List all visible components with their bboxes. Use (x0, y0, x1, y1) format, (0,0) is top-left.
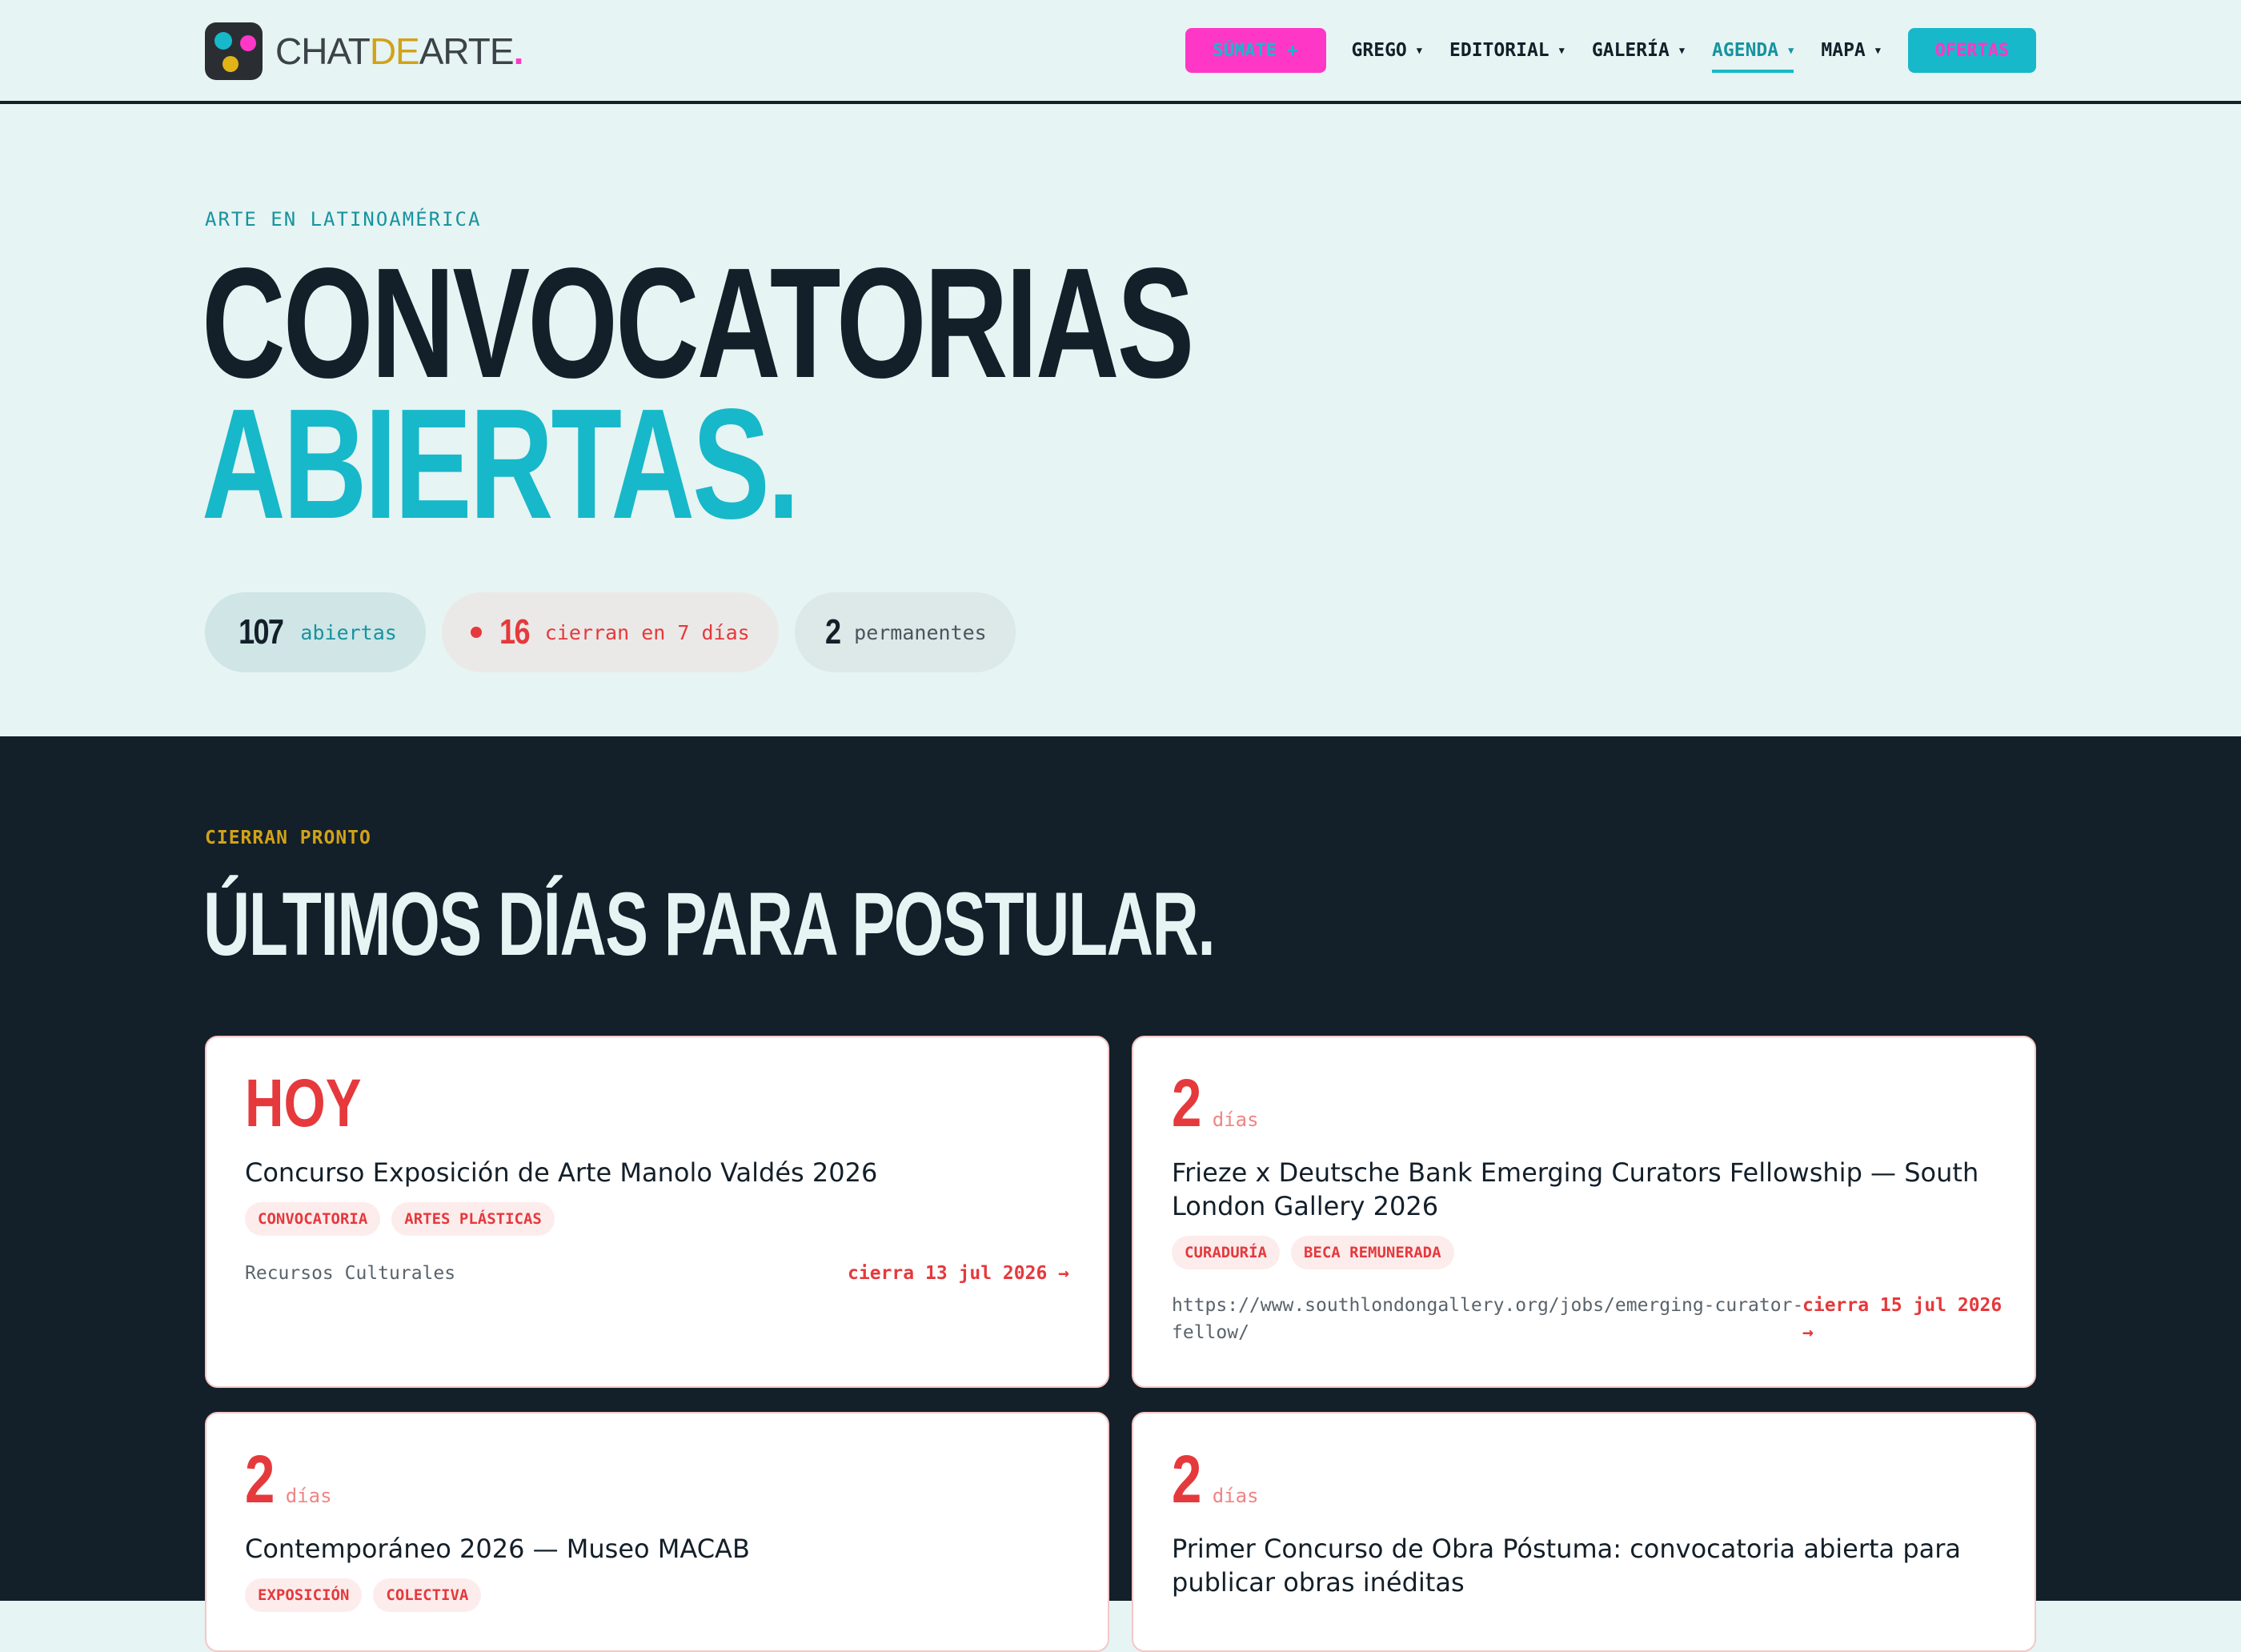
tag-list: CURADURÍA BECA REMUNERADA (1172, 1236, 1465, 1269)
card-deadline-link[interactable]: cierra 13 jul 2026 → (848, 1260, 1069, 1287)
logo-wordmark: CHATDEARTE. (275, 30, 523, 72)
tag[interactable]: CONVOCATORIA (245, 1202, 381, 1236)
tag[interactable]: CURADURÍA (1172, 1236, 1280, 1269)
call-card[interactable]: 2 días Primer Concurso de Obra Póstuma: … (1132, 1412, 2036, 1652)
nav-item-grego[interactable]: GREGO ▼ (1352, 28, 1422, 73)
countdown: 2 días (1172, 1441, 1259, 1517)
caret-down-icon: ▼ (1874, 45, 1881, 56)
alert-dot-icon (470, 627, 482, 638)
card-deadline-link[interactable]: cierra 15 jul 2026 → (1802, 1292, 2010, 1346)
tag[interactable]: ARTES PLÁSTICAS (391, 1202, 555, 1236)
caret-down-icon: ▼ (1416, 45, 1423, 56)
tag[interactable]: COLECTIVA (373, 1578, 482, 1612)
main-nav: SÚMATE + GREGO ▼ EDITORIAL ▼ GALERÍA ▼ AGEN… (1185, 27, 2036, 74)
tag[interactable]: EXPOSICIÓN (245, 1578, 363, 1612)
countdown: 2 días (245, 1441, 332, 1517)
card-title[interactable]: Frieze x Deutsche Bank Emerging Curators… (1172, 1156, 1996, 1223)
ofertas-button[interactable]: OFERTAS (1908, 28, 2036, 73)
call-card[interactable]: 2 días Contemporáneo 2026 — Museo MACAB … (205, 1412, 1109, 1652)
nav-item-agenda[interactable]: AGENDA ▼ (1712, 28, 1794, 73)
hero-eyebrow: ARTE EN LATINOAMÉRICA (205, 208, 482, 231)
countdown: HOY (245, 1065, 362, 1141)
nav-item-galeria[interactable]: GALERÍA ▼ (1592, 28, 1685, 73)
call-card[interactable]: 2 días Frieze x Deutsche Bank Emerging C… (1132, 1036, 2036, 1388)
caret-down-icon: ▼ (1788, 45, 1794, 56)
tag[interactable]: BECA REMUNERADA (1290, 1236, 1454, 1269)
logo-mark-icon (205, 22, 263, 80)
card-source: Recursos Culturales (245, 1263, 456, 1284)
site-header: CHATDEARTE. SÚMATE + GREGO ▼ EDITORIAL ▼ G… (0, 0, 2241, 104)
caret-down-icon: ▼ (1558, 45, 1565, 56)
stat-open[interactable]: 107 abiertas (205, 592, 426, 672)
stat-permanent[interactable]: 2 permanentes (794, 592, 1016, 672)
hero-title-line1: CONVOCATORIAS (202, 235, 1194, 411)
stat-closing-soon[interactable]: 16 cierran en 7 días (441, 592, 779, 672)
site-logo[interactable]: CHATDEARTE. (205, 22, 523, 80)
tag-list: EXPOSICIÓN COLECTIVA (245, 1578, 492, 1612)
card-source: https://www.southlondongallery.org/jobs/… (1172, 1295, 1804, 1343)
nav-item-editorial[interactable]: EDITORIAL ▼ (1449, 28, 1565, 73)
tag-list: CONVOCATORIA ARTES PLÁSTICAS (245, 1202, 566, 1236)
section-title: ÚLTIMOS DÍAS PARA POSTULAR. (203, 874, 1216, 974)
nav-item-mapa[interactable]: MAPA ▼ (1821, 28, 1881, 73)
card-title[interactable]: Contemporáneo 2026 — Museo MACAB (245, 1532, 1069, 1566)
card-title[interactable]: Concurso Exposición de Arte Manolo Valdé… (245, 1156, 1069, 1189)
call-card[interactable]: HOY Concurso Exposición de Arte Manolo V… (205, 1036, 1109, 1388)
hero-section: ARTE EN LATINOAMÉRICA CONVOCATORIAS ABIE… (0, 107, 2241, 736)
card-title[interactable]: Primer Concurso de Obra Póstuma: convoca… (1172, 1532, 1996, 1599)
closing-soon-section: CIERRAN PRONTO ÚLTIMOS DÍAS PARA POSTULA… (0, 736, 2241, 1652)
stats-pills: 107 abiertas 16 cierran en 7 días 2 perm… (205, 592, 1032, 672)
section-eyebrow: CIERRAN PRONTO (205, 828, 371, 848)
hero-title-line2: ABIERTAS. (202, 376, 800, 551)
countdown: 2 días (1172, 1065, 1259, 1141)
sumate-button[interactable]: SÚMATE + (1185, 28, 1326, 73)
caret-down-icon: ▼ (1678, 45, 1686, 56)
